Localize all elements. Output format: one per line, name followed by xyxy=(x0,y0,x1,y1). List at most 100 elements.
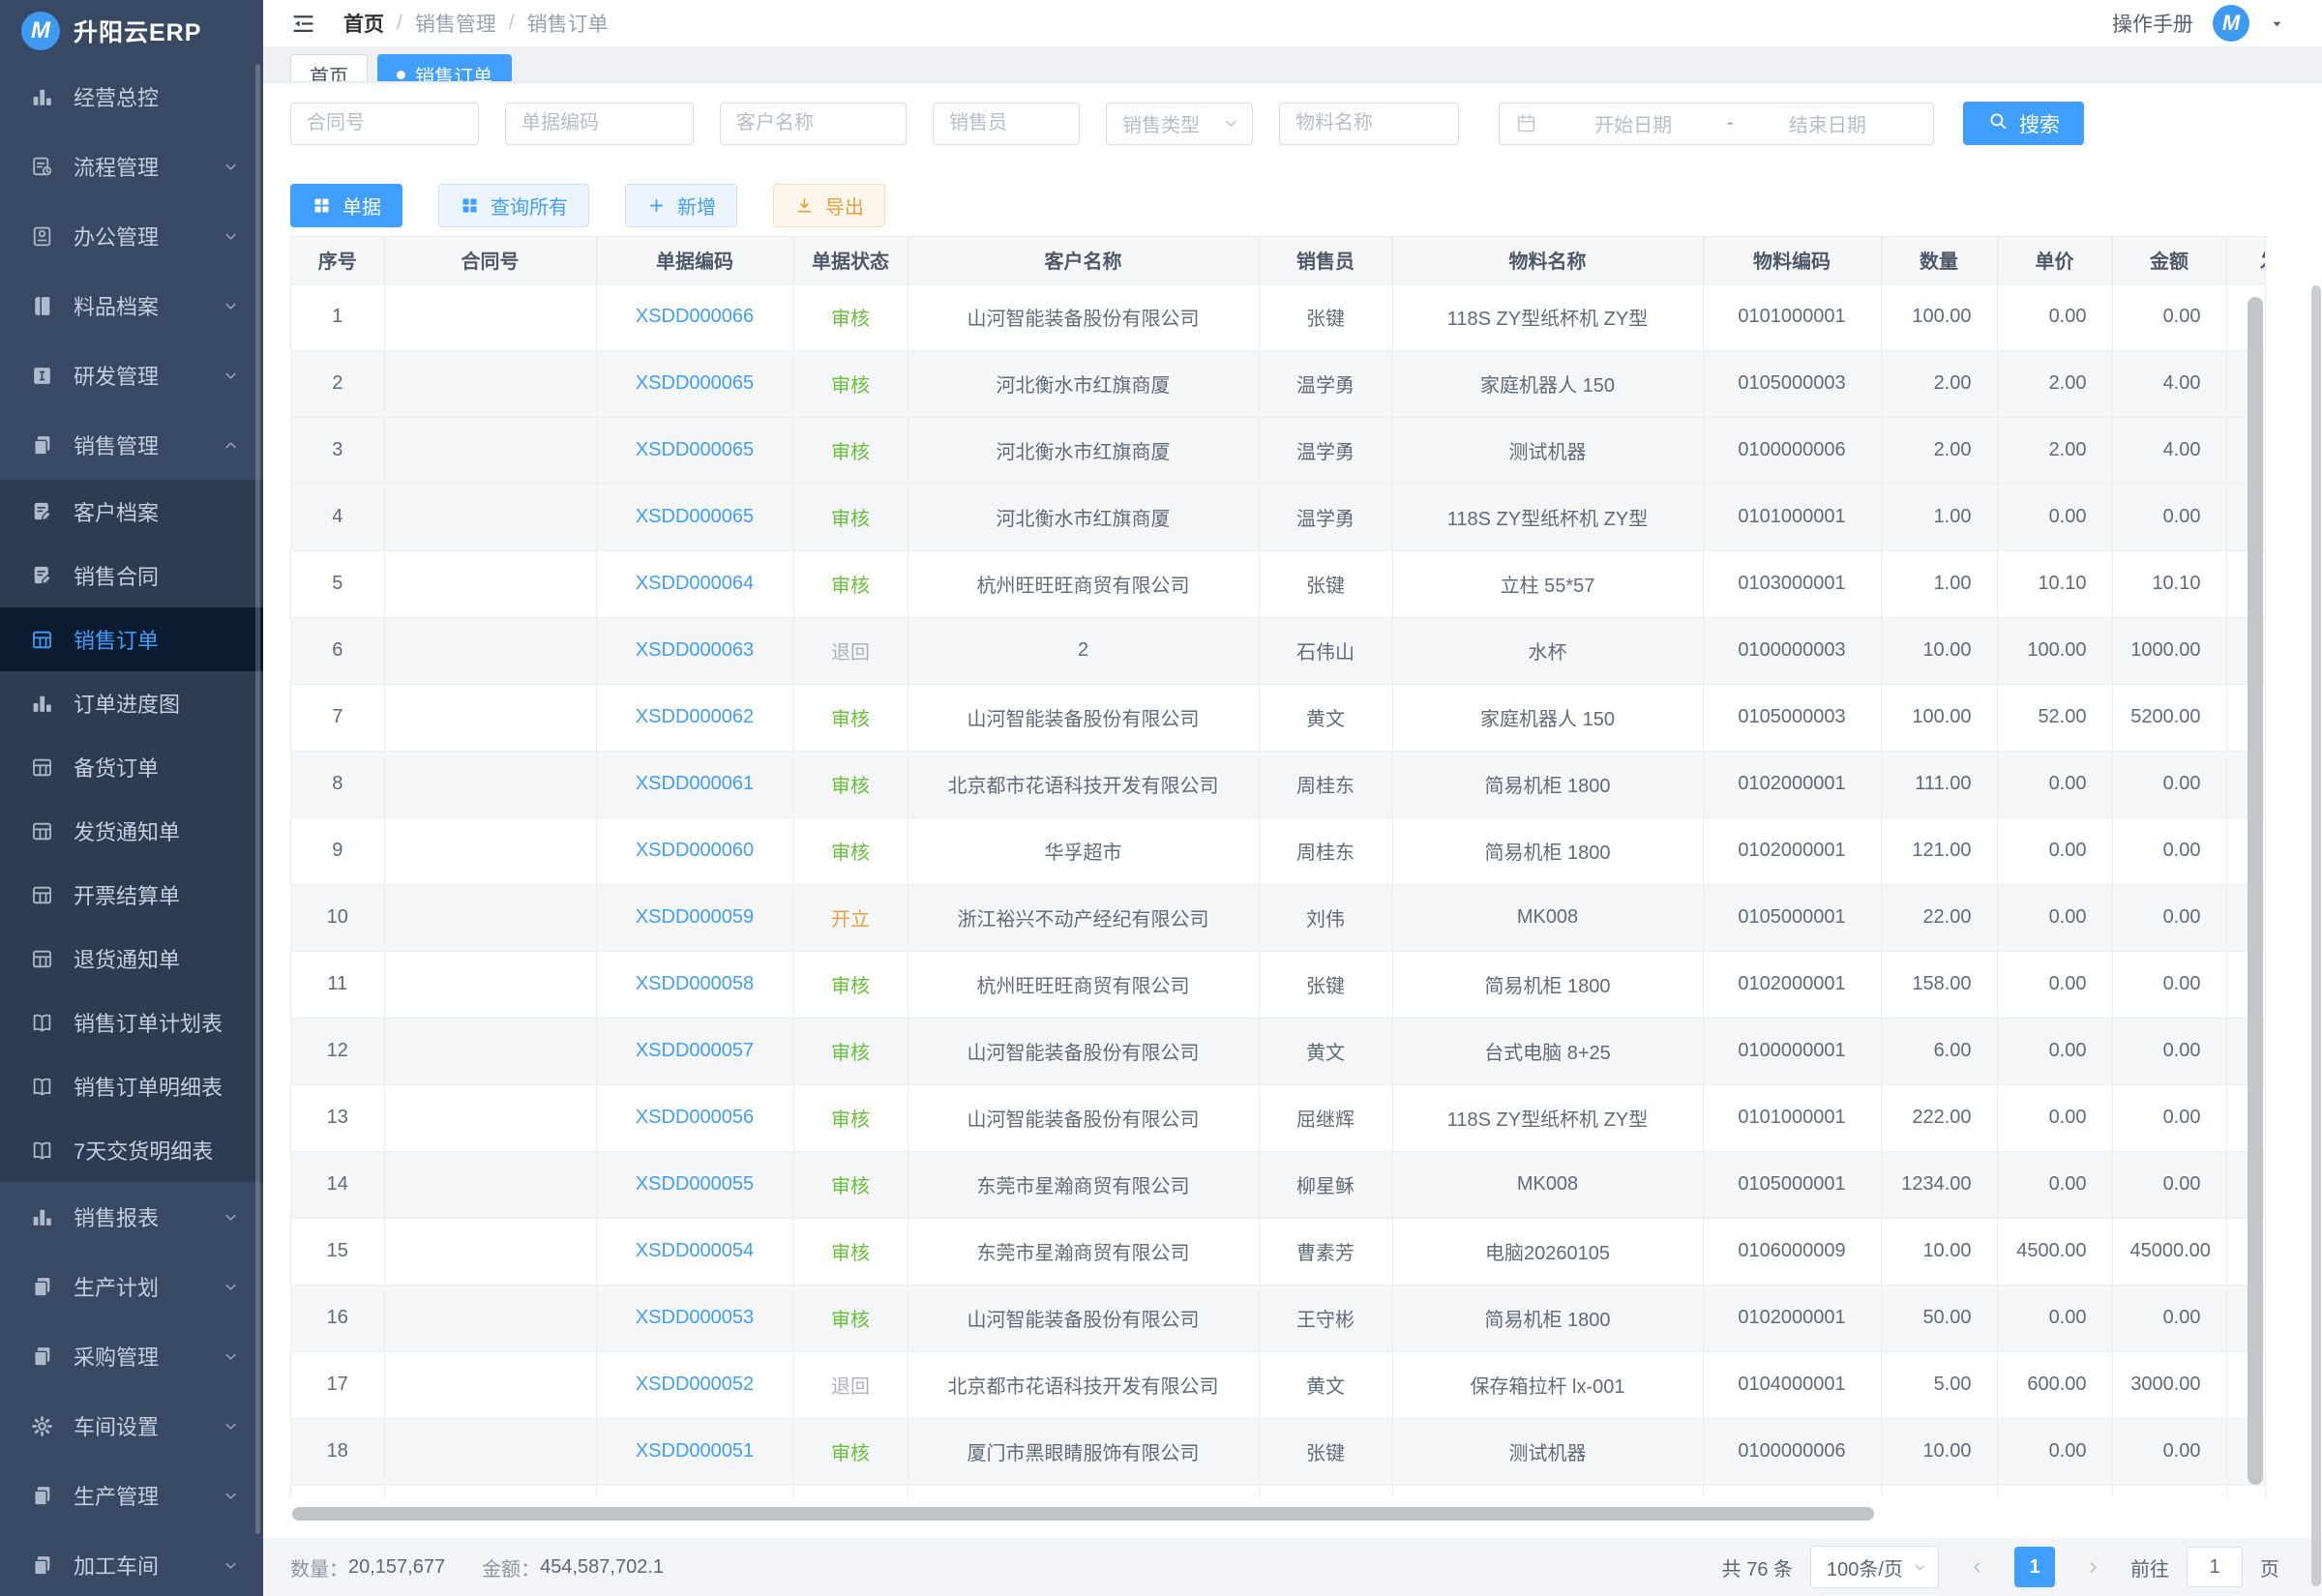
row-index: 3 xyxy=(291,417,384,484)
search-button[interactable]: 搜索 xyxy=(1963,102,2084,145)
doc-code-link[interactable]: XSDD000061 xyxy=(596,751,793,817)
doc-code-link[interactable]: XSDD000063 xyxy=(596,617,793,684)
export-button[interactable]: 导出 xyxy=(773,184,885,227)
sidebar-item-sales-report[interactable]: 销售报表 xyxy=(0,1182,263,1252)
table-grid-icon xyxy=(29,818,54,843)
sidebar-item-processing-workshop[interactable]: 加工车间 xyxy=(0,1530,263,1596)
sidebar-item-production-plan[interactable]: 生产计划 xyxy=(0,1252,263,1321)
sidebar-item-label: 办公管理 xyxy=(74,221,222,251)
doc-code-link[interactable]: XSDD000065 xyxy=(596,350,793,417)
doc-code-link[interactable]: XSDD000065 xyxy=(596,417,793,484)
amount-cell: 0.00 xyxy=(2112,283,2226,350)
sidebar-scrollbar[interactable] xyxy=(255,64,260,1534)
doc-code-link[interactable]: XSDD000052 xyxy=(596,1351,793,1418)
tab-sales-order[interactable]: 销售订单 xyxy=(377,54,512,81)
chevron-down-icon xyxy=(222,1208,240,1227)
orders-table-container: 序号合同号单据编码单据状态客户名称销售员物料名称物料编码数量单价金额发货数量 1… xyxy=(290,236,2266,1497)
current-page-button[interactable]: 1 xyxy=(2014,1547,2055,1587)
table-row: 2XSDD000065审核河北衡水市红旗商厦温学勇家庭机器人 150010500… xyxy=(291,350,2266,417)
customer-name-input[interactable] xyxy=(720,103,907,145)
contract-no-input[interactable] xyxy=(290,103,479,145)
doc-code-link[interactable]: XSDD000059 xyxy=(596,884,793,951)
goto-page-input[interactable] xyxy=(2187,1547,2243,1587)
salesperson-input[interactable] xyxy=(933,103,1080,145)
empty-cell xyxy=(291,1485,384,1497)
sidebar-item-sales-order[interactable]: 销售订单 xyxy=(0,607,263,671)
doc-code-link[interactable]: XSDD000057 xyxy=(596,1018,793,1084)
sidebar-item-stock-order[interactable]: 备货订单 xyxy=(0,735,263,799)
material-code-cell: 0106000009 xyxy=(1703,1218,1881,1285)
sidebar-item-rd-mgmt[interactable]: 研发管理 xyxy=(0,340,263,410)
status-badge: 审核 xyxy=(831,1243,870,1264)
amount-cell: 3000.00 xyxy=(2112,1351,2226,1418)
add-new-button[interactable]: 新增 xyxy=(625,184,737,227)
material-code-cell: 0105000001 xyxy=(1703,884,1881,951)
tab-strip: 首页销售订单 xyxy=(263,46,2322,81)
doc-code-link[interactable]: XSDD000065 xyxy=(596,484,793,550)
table-vertical-scrollbar[interactable] xyxy=(2248,297,2263,1485)
sidebar-item-process-mgmt[interactable]: 流程管理 xyxy=(0,132,263,201)
doc-code-link[interactable]: XSDD000056 xyxy=(596,1084,793,1151)
table-row: 9XSDD000060审核华孚超市周桂东简易机柜 180001020000011… xyxy=(291,817,2266,884)
doc-code-link[interactable]: XSDD000064 xyxy=(596,550,793,617)
sidebar-item-sales-order-plan[interactable]: 销售订单计划表 xyxy=(0,990,263,1054)
amount-cell: 0.00 xyxy=(2112,1018,2226,1084)
sidebar-item-label: 车间设置 xyxy=(74,1410,222,1441)
doc-code-link[interactable]: XSDD000055 xyxy=(596,1151,793,1218)
sidebar-item-delivery-7day-detail[interactable]: 7天交货明细表 xyxy=(0,1118,263,1182)
doc-status-cell: 审核 xyxy=(793,1084,908,1151)
doc-code-link[interactable]: XSDD000062 xyxy=(596,684,793,751)
user-menu-caret-icon[interactable] xyxy=(2269,15,2285,32)
prev-page-button[interactable] xyxy=(1956,1547,1997,1587)
sidebar-item-purchase-mgmt[interactable]: 采购管理 xyxy=(0,1321,263,1391)
sidebar-item-material-archive[interactable]: 料品档案 xyxy=(0,271,263,340)
empty-cell xyxy=(596,1485,793,1497)
breadcrumb-sales-mgmt[interactable]: 销售管理 xyxy=(415,9,496,38)
user-avatar[interactable]: M xyxy=(2213,5,2249,42)
material-name-input[interactable] xyxy=(1279,103,1459,145)
sidebar-item-sales-contract[interactable]: 销售合同 xyxy=(0,544,263,607)
footer-bar: 数量： 20,157,677 金额： 454,587,702.1 共 76 条 … xyxy=(263,1538,2322,1596)
sidebar-item-label: 生产计划 xyxy=(74,1271,222,1302)
doc-status-cell: 审核 xyxy=(793,1418,908,1485)
doc-status-cell: 审核 xyxy=(793,550,908,617)
sidebar-item-workshop-settings[interactable]: 车间设置 xyxy=(0,1391,263,1461)
doc-code-input[interactable] xyxy=(505,103,694,145)
sidebar-item-production-mgmt[interactable]: 生产管理 xyxy=(0,1461,263,1530)
doc-code-link[interactable]: XSDD000051 xyxy=(596,1418,793,1485)
horizontal-scrollbar-thumb[interactable] xyxy=(292,1507,1874,1521)
sidebar-item-customer-archive[interactable]: 客户档案 xyxy=(0,480,263,544)
tab-home[interactable]: 首页 xyxy=(290,54,368,81)
materials-icon xyxy=(29,293,54,318)
chevron-down-icon xyxy=(222,227,240,246)
content-panel: 销售类型 开始日期-结束日期搜索 单据查询所有新增导出 序号合同号单据编码单据状态… xyxy=(263,81,2322,1538)
breadcrumb: 首页 / 销售管理 / 销售订单 xyxy=(343,9,609,38)
doc-code-link[interactable]: XSDD000054 xyxy=(596,1218,793,1285)
sidebar-item-business-overview[interactable]: 经营总控 xyxy=(0,62,263,132)
sidebar-item-office-mgmt[interactable]: 办公管理 xyxy=(0,201,263,271)
action-bar: 单据查询所有新增导出 xyxy=(290,184,2322,227)
operation-manual-link[interactable]: 操作手册 xyxy=(2112,9,2193,38)
page-size-select[interactable]: 100条/页 xyxy=(1810,1546,1939,1588)
sidebar-item-sales-order-detail[interactable]: 销售订单明细表 xyxy=(0,1054,263,1118)
doc-code-link[interactable]: XSDD000053 xyxy=(596,1285,793,1351)
sidebar-item-order-progress[interactable]: 订单进度图 xyxy=(0,671,263,735)
window-vertical-scrollbar[interactable] xyxy=(2311,285,2321,1586)
sidebar-item-sales-mgmt[interactable]: 销售管理 xyxy=(0,410,263,480)
sales-type-select[interactable]: 销售类型 xyxy=(1106,103,1253,145)
breadcrumb-home[interactable]: 首页 xyxy=(343,9,384,38)
date-range-picker[interactable]: 开始日期-结束日期 xyxy=(1499,103,1934,145)
doc-code-link[interactable]: XSDD000060 xyxy=(596,817,793,884)
total-amount: 金额： 454,587,702.1 xyxy=(482,1553,664,1581)
chevron-down-icon xyxy=(1222,114,1240,133)
sidebar-item-shipping-notice[interactable]: 发货通知单 xyxy=(0,799,263,863)
empty-cell xyxy=(2112,1485,2226,1497)
sidebar-item-invoice-settlement[interactable]: 开票结算单 xyxy=(0,863,263,927)
sidebar-item-return-notice[interactable]: 退货通知单 xyxy=(0,927,263,990)
documents-button[interactable]: 单据 xyxy=(290,184,402,227)
doc-code-link[interactable]: XSDD000058 xyxy=(596,951,793,1018)
sidebar-collapse-icon[interactable] xyxy=(290,11,316,37)
query-all-button[interactable]: 查询所有 xyxy=(438,184,589,227)
next-page-button[interactable] xyxy=(2072,1547,2113,1587)
doc-code-link[interactable]: XSDD000066 xyxy=(596,283,793,350)
